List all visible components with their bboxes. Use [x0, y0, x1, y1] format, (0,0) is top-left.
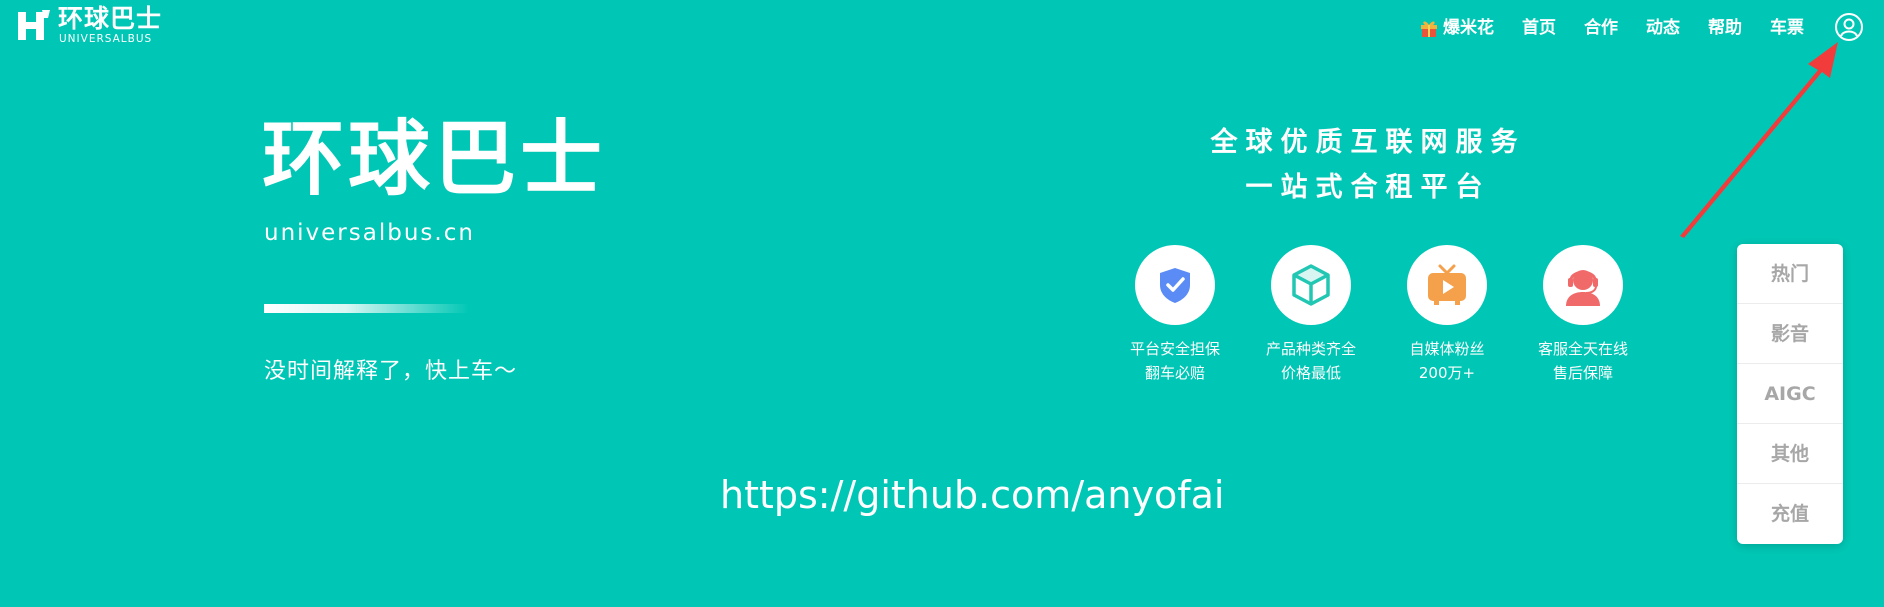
feature-title: 客服全天在线	[1537, 340, 1628, 358]
promo-subheadline: 一站式合租平台	[1245, 172, 1491, 203]
hero-divider	[264, 304, 469, 313]
hero-title: 环球巴士	[262, 112, 607, 207]
feature-subtitle: 价格最低	[1280, 364, 1341, 382]
side-item-hot[interactable]: 热门	[1737, 244, 1843, 304]
feature-subtitle: 200万+	[1418, 364, 1476, 382]
side-item-aigc[interactable]: AIGC	[1737, 364, 1843, 424]
nav-item-help[interactable]: 帮助	[1708, 13, 1742, 43]
feature-item-products: 产品种类齐全 价格最低	[1246, 245, 1376, 385]
feature-item-guarantee: 平台安全担保 翻车必赔	[1110, 245, 1240, 385]
cube-icon	[1292, 264, 1330, 306]
logo-h-icon	[18, 10, 50, 40]
side-item-media[interactable]: 影音	[1737, 304, 1843, 364]
feature-list: 平台安全担保 翻车必赔 产品种类齐全 价格最低 自媒体粉丝 200万+ 客服全天…	[1110, 245, 1630, 395]
logo[interactable]: 环球巴士 UNIVERSALBUS	[14, 4, 164, 50]
feature-subtitle: 售后保障	[1552, 364, 1613, 382]
top-navigation: 环球巴士 UNIVERSALBUS 爆米花 首页 合作 动态 帮助 车票	[0, 0, 1884, 56]
nav-item-popcorn[interactable]: 爆米花	[1419, 13, 1494, 43]
nav-item-news[interactable]: 动态	[1646, 13, 1680, 43]
promo-headline: 全球优质互联网服务	[1210, 127, 1526, 158]
feature-icon-badge	[1407, 245, 1487, 325]
gift-icon	[1421, 21, 1437, 37]
nav-item-tickets[interactable]: 车票	[1770, 13, 1804, 43]
feature-item-support: 客服全天在线 售后保障	[1518, 245, 1648, 385]
feature-icon-badge	[1271, 245, 1351, 325]
github-url-text: https://github.com/anyofai	[720, 473, 1225, 517]
feature-icon-badge	[1543, 245, 1623, 325]
logo-text-en: UNIVERSALBUS	[59, 33, 153, 45]
tv-play-icon	[1428, 264, 1466, 305]
feature-title: 平台安全担保	[1129, 340, 1220, 358]
feature-icon-badge	[1135, 245, 1215, 325]
feature-subtitle: 翻车必赔	[1144, 364, 1205, 382]
feature-title: 自媒体粉丝	[1409, 340, 1485, 358]
category-side-panel: 热门 影音 AIGC 其他 充值	[1737, 244, 1843, 544]
user-circle-icon[interactable]	[1834, 12, 1864, 42]
hero-slogan: 没时间解释了，快上车～	[264, 359, 518, 384]
shield-check-icon	[1160, 268, 1190, 303]
nav-item-home[interactable]: 首页	[1522, 13, 1556, 43]
hero-domain: universalbus.cn	[264, 220, 475, 246]
logo-text-cn: 环球巴士	[58, 4, 163, 33]
customer-service-icon	[1566, 270, 1600, 306]
feature-item-media: 自媒体粉丝 200万+	[1382, 245, 1512, 385]
side-item-other[interactable]: 其他	[1737, 424, 1843, 484]
side-item-recharge[interactable]: 充值	[1737, 484, 1843, 544]
red-arrow-annotation	[1680, 42, 1838, 238]
nav-item-cooperation[interactable]: 合作	[1584, 13, 1618, 43]
nav-item-label: 爆米花	[1443, 18, 1494, 38]
main-nav: 爆米花 首页 合作 动态 帮助 车票	[1419, 13, 1804, 43]
feature-title: 产品种类齐全	[1265, 340, 1356, 358]
